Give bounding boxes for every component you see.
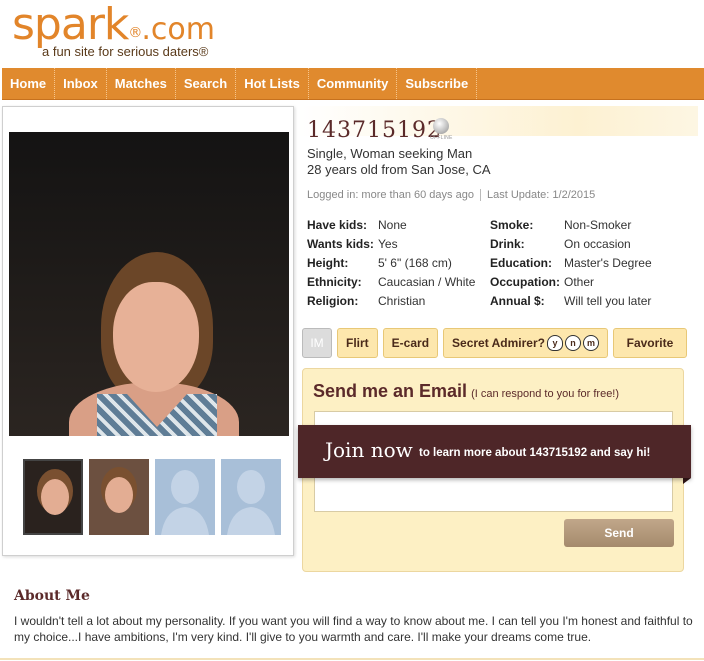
profile-age-location: 28 years old from San Jose, CA xyxy=(307,162,491,177)
join-now-label: Join now xyxy=(325,438,413,462)
profile-actions: IM Flirt E-card Secret Admirer? y n m Fa… xyxy=(302,328,687,358)
attr-row: Education: Master's Degree xyxy=(490,256,652,270)
nav-inbox[interactable]: Inbox xyxy=(55,68,107,99)
nav-home[interactable]: Home xyxy=(2,68,56,99)
main-profile-photo[interactable] xyxy=(9,132,289,436)
email-title: Send me an Email (I can respond to you fo… xyxy=(313,381,620,401)
nav-community[interactable]: Community xyxy=(309,68,398,99)
yes-heart-icon[interactable]: y xyxy=(546,335,563,351)
about-me-section: About Me I wouldn't tell a lot about my … xyxy=(14,588,694,645)
divider xyxy=(0,658,704,660)
attr-row: Religion: Christian xyxy=(307,294,426,308)
flirt-button[interactable]: Flirt xyxy=(337,328,378,358)
attr-row: Annual $: Will tell you later xyxy=(490,294,652,308)
profile-activity: Logged in: more than 60 days ago Last Upd… xyxy=(307,189,596,202)
profile-username: 143715192 xyxy=(307,118,442,143)
secret-admirer-label: Secret Admirer? xyxy=(452,336,545,350)
last-update-text: Last Update: 1/2/2015 xyxy=(486,189,596,201)
status-label: OFFLINE xyxy=(430,135,453,141)
placeholder-silhouette-icon xyxy=(221,459,281,535)
photo-panel xyxy=(2,106,294,556)
send-button[interactable]: Send xyxy=(564,519,674,547)
nav-matches[interactable]: Matches xyxy=(107,68,176,99)
secret-admirer-button[interactable]: Secret Admirer? y n m xyxy=(443,328,608,358)
attr-row: Height: 5' 6" (168 cm) xyxy=(307,256,452,270)
about-me-heading: About Me xyxy=(14,588,90,604)
logged-in-text: Logged in: more than 60 days ago xyxy=(307,189,474,201)
photo-thumbnail[interactable] xyxy=(89,459,149,535)
nav-hot-lists[interactable]: Hot Lists xyxy=(236,68,309,99)
profile-headline: Single, Woman seeking Man xyxy=(307,146,473,161)
attr-row: Have kids: None xyxy=(307,218,407,232)
join-now-banner[interactable]: Join now to learn more about 143715192 a… xyxy=(298,425,691,478)
photo-thumbnails xyxy=(23,459,281,535)
profile-attributes-left: Have kids: None Wants kids: Yes Height: 5' … xyxy=(307,216,475,311)
nav-search[interactable]: Search xyxy=(176,68,237,99)
attr-row: Drink: On occasion xyxy=(490,237,631,251)
im-button[interactable]: IM xyxy=(302,328,332,358)
no-circle-icon[interactable]: n xyxy=(564,335,581,351)
profile-summary: Single, Woman seeking Man 28 years old f… xyxy=(307,146,491,178)
logo-tagline: a fun site for serious daters® xyxy=(42,44,209,59)
placeholder-silhouette-icon xyxy=(155,459,215,535)
attr-row: Ethnicity: Caucasian / White xyxy=(307,275,476,289)
favorite-button[interactable]: Favorite xyxy=(612,328,687,358)
online-status: OFFLINE xyxy=(430,118,452,141)
photo-thumbnail[interactable] xyxy=(23,459,83,535)
ecard-button[interactable]: E-card xyxy=(382,328,439,358)
attr-row: Smoke: Non-Smoker xyxy=(490,218,632,232)
attr-row: Occupation: Other xyxy=(490,275,595,289)
banner-fold xyxy=(683,478,691,484)
maybe-circle-icon[interactable]: m xyxy=(582,335,599,351)
profile-attributes-right: Smoke: Non-Smoker Drink: On occasion Educa… xyxy=(490,216,652,311)
nav-subscribe[interactable]: Subscribe xyxy=(397,68,478,99)
about-me-text: I wouldn't tell a lot about my personali… xyxy=(14,614,693,644)
join-now-text: to learn more about 143715192 and say hi… xyxy=(419,447,651,459)
attr-row: Wants kids: Yes xyxy=(307,237,398,251)
main-nav: Home Inbox Matches Search Hot Lists Comm… xyxy=(2,68,704,100)
offline-status-icon xyxy=(433,118,449,134)
